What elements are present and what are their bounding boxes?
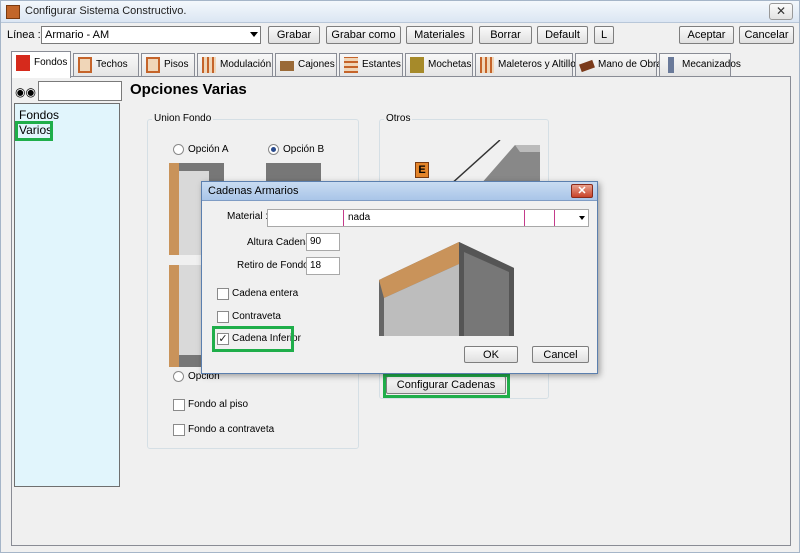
tab-maleteros[interactable]: Maleteros y Altillos [475, 53, 581, 77]
tab-techos-label: Techos [96, 59, 128, 70]
grabar-como-button[interactable]: Grabar como [326, 26, 401, 44]
modulacion-icon [202, 57, 216, 73]
otros-e-badge: E [415, 162, 429, 178]
tab-estantes-label: Estantes [362, 59, 401, 70]
tab-fondos-label: Fondos [34, 57, 68, 68]
cadena-preview [379, 242, 514, 336]
search-input[interactable] [38, 81, 122, 101]
title-bar: Configurar Sistema Constructivo. ✕ [1, 1, 799, 23]
estantes-icon [344, 57, 358, 73]
linea-select-value: Armario - AM [45, 29, 110, 41]
contraveta-checkbox[interactable] [217, 311, 229, 323]
cadena-inferior-highlight [212, 326, 294, 352]
fondo-al-piso-checkbox[interactable] [173, 399, 185, 411]
opcion-b-label: Opción B [283, 144, 325, 155]
tab-estantes[interactable]: Estantes [339, 53, 403, 77]
opcion-a-radio[interactable] [173, 144, 184, 155]
aceptar-button[interactable]: Aceptar [679, 26, 734, 44]
cancelar-button[interactable]: Cancelar [739, 26, 794, 44]
tab-mecanizados[interactable]: Mecanizados [659, 53, 741, 77]
tab-maleteros-label: Maleteros y Altillos [498, 59, 581, 70]
default-button[interactable]: Default [537, 26, 588, 44]
app-icon [6, 5, 20, 19]
window-close-button[interactable]: ✕ [769, 3, 793, 20]
chevron-down-icon [250, 32, 258, 37]
tab-mano-de-obra[interactable]: Mano de Obra [575, 53, 662, 77]
pisos-icon [146, 57, 160, 73]
fondo-a-contraveta-label: Fondo a contraveta [188, 424, 275, 435]
cancel-button[interactable]: Cancel [532, 346, 589, 363]
main-window: Configurar Sistema Constructivo. ✕ Línea… [0, 0, 800, 553]
materiales-button[interactable]: Materiales [406, 26, 473, 44]
tab-cajones[interactable]: Cajones [275, 53, 337, 77]
opcion-a-label: Opción A [188, 144, 229, 155]
list-item-fondos[interactable]: Fondos [19, 108, 59, 122]
linea-label: Línea : [7, 29, 41, 41]
window-title: Configurar Sistema Constructivo. [25, 5, 187, 17]
opcion-b-radio[interactable] [268, 144, 279, 155]
cadena-entera-label: Cadena entera [232, 288, 299, 299]
ok-button[interactable]: OK [464, 346, 518, 363]
opcion-c-radio[interactable] [173, 371, 184, 382]
grabar-button[interactable]: Grabar [268, 26, 320, 44]
cadenas-armarios-dialog: Cadenas Armarios ✕ Material : nada Altur… [201, 181, 598, 374]
tab-pisos[interactable]: Pisos [141, 53, 195, 77]
fondo-a-contraveta-checkbox[interactable] [173, 424, 185, 436]
opcion-b-preview [266, 163, 321, 183]
tab-cajones-label: Cajones [298, 59, 335, 70]
union-fondo-label: Union Fondo [152, 113, 214, 124]
tab-mochetas-label: Mochetas [428, 59, 472, 70]
retiro-fondo-input[interactable]: 18 [306, 257, 340, 275]
linea-select[interactable]: Armario - AM [41, 26, 261, 44]
contraveta-label: Contraveta [232, 311, 281, 322]
techos-icon [78, 57, 92, 73]
tab-modulacion[interactable]: Modulación [197, 53, 273, 77]
mecanizados-icon [668, 57, 674, 73]
material-value: nada [348, 212, 371, 223]
dialog-title-bar: Cadenas Armarios ✕ [202, 182, 597, 201]
dialog-close-button[interactable]: ✕ [571, 184, 593, 198]
l-button[interactable]: L [594, 26, 614, 44]
material-select[interactable]: nada [267, 209, 589, 227]
cajones-icon [280, 61, 294, 71]
mochetas-icon [410, 57, 424, 73]
tab-pisos-label: Pisos [164, 59, 189, 70]
tab-strip: Fondos Techos Pisos Modulación Cajones E… [11, 51, 791, 78]
cadena-entera-checkbox[interactable] [217, 288, 229, 300]
tab-mochetas[interactable]: Mochetas [405, 53, 473, 77]
category-list: Fondos Varios [14, 103, 120, 487]
page-title: Opciones Varias [130, 81, 247, 98]
chevron-down-icon [579, 216, 585, 220]
binoculars-icon[interactable]: ◉◉ [15, 85, 36, 99]
tab-mano-de-obra-label: Mano de Obra [598, 59, 662, 70]
tab-modulacion-label: Modulación [220, 59, 272, 70]
tab-fondos[interactable]: Fondos [11, 51, 71, 78]
tab-techos[interactable]: Techos [73, 53, 139, 77]
borrar-button[interactable]: Borrar [479, 26, 532, 44]
retiro-fondo-label: Retiro de Fondo : [237, 260, 315, 271]
tab-mecanizados-label: Mecanizados [682, 59, 741, 70]
altura-cadena-label: Altura Cadena: [247, 237, 314, 248]
otros-preview [449, 140, 540, 185]
altura-cadena-input[interactable]: 90 [306, 233, 340, 251]
search-bar: ◉◉ [14, 81, 122, 101]
material-label: Material : [227, 211, 269, 222]
fondos-icon [16, 55, 30, 71]
otros-label: Otros [384, 113, 413, 124]
varios-highlight [15, 121, 53, 141]
fondo-al-piso-label: Fondo al piso [188, 399, 249, 410]
mano-de-obra-icon [579, 59, 595, 73]
dialog-title: Cadenas Armarios [208, 185, 299, 197]
maleteros-icon [480, 57, 494, 73]
configurar-cadenas-highlight [383, 374, 510, 398]
